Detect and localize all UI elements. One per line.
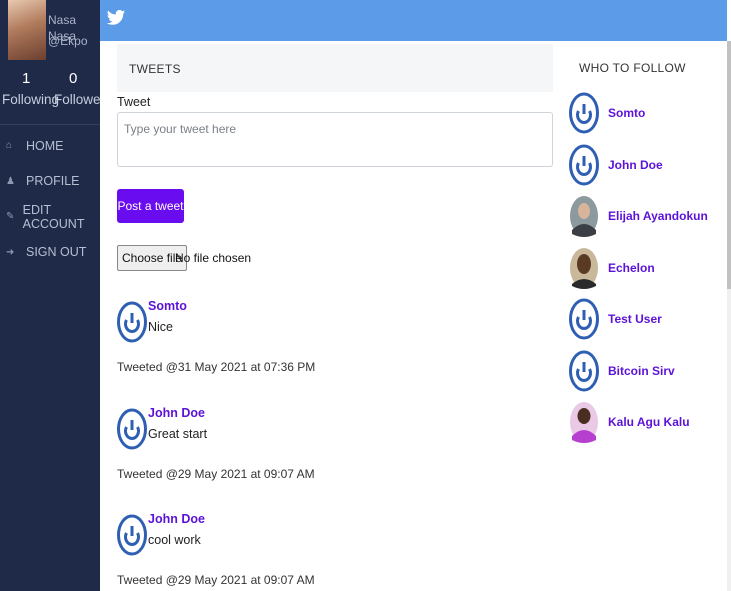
follow-name[interactable]: Test User xyxy=(608,312,662,326)
twitter-bird-icon[interactable] xyxy=(106,8,126,28)
tweet-item: John Doe Great start Tweeted @29 May 202… xyxy=(117,405,557,512)
post-tweet-button[interactable]: Post a tweet xyxy=(117,189,184,223)
tweet-feed: Somto Nice Tweeted @31 May 2021 at 07:36… xyxy=(117,298,557,591)
default-avatar-icon xyxy=(569,350,599,391)
sidebar-item-label: EDIT ACCOUNT xyxy=(22,202,85,231)
tweet-timestamp: Tweeted @31 May 2021 at 07:36 PM xyxy=(117,360,316,374)
edit-icon: ✎ xyxy=(6,211,15,223)
followers-count: 0 xyxy=(69,70,78,87)
tweet-author[interactable]: John Doe xyxy=(148,406,205,420)
default-avatar-icon xyxy=(569,144,599,185)
tweet-text: Nice xyxy=(148,320,174,334)
profile-handle: @Ekpo xyxy=(48,34,88,48)
follow-name[interactable]: Somto xyxy=(608,106,645,120)
sidebar-item-label: HOME xyxy=(26,138,64,153)
who-to-follow-title: WHO TO FOLLOW xyxy=(579,61,686,75)
avatar[interactable] xyxy=(8,0,46,60)
sidebar-nav: ⌂ HOME ♟ PROFILE ✎ EDIT ACCOUNT ➜ SIGN O… xyxy=(0,128,100,270)
follow-name[interactable]: Kalu Agu Kalu xyxy=(608,415,690,429)
profile-card: Nasa Nasa @Ekpo xyxy=(0,0,100,62)
top-bar xyxy=(100,0,727,41)
sign-out-icon: ➜ xyxy=(6,246,15,258)
follow-counts: 1 0 Following Followers xyxy=(0,68,112,122)
follow-name[interactable]: Elijah Ayandokun xyxy=(608,209,708,223)
follow-name[interactable]: Echelon xyxy=(608,261,655,275)
following-label: Following xyxy=(2,92,60,107)
sidebar-item-profile[interactable]: ♟ PROFILE xyxy=(0,164,100,200)
file-status: No file chosen xyxy=(175,251,252,265)
scrollbar-thumb[interactable] xyxy=(727,41,731,289)
user-icon: ♟ xyxy=(6,175,15,187)
default-avatar-icon xyxy=(569,92,599,134)
tweet-label: Tweet xyxy=(117,95,151,109)
home-icon: ⌂ xyxy=(6,140,13,152)
sidebar: Nasa Nasa @Ekpo 1 0 Following Followers … xyxy=(0,0,112,591)
default-avatar-icon[interactable] xyxy=(117,513,147,557)
tweet-text: cool work xyxy=(148,533,201,547)
tweet-author[interactable]: John Doe xyxy=(148,512,205,526)
sidebar-item-home[interactable]: ⌂ HOME xyxy=(0,128,100,164)
tweet-timestamp: Tweeted @29 May 2021 at 09:07 AM xyxy=(117,466,315,481)
who-to-follow-panel: WHO TO FOLLOW Somto John Doe Elijah Ayan… xyxy=(555,41,727,591)
following-count: 1 xyxy=(22,70,31,87)
photo-avatar xyxy=(570,247,598,289)
section-title: TWEETS xyxy=(129,62,181,76)
sidebar-item-label: PROFILE xyxy=(26,174,80,189)
photo-avatar xyxy=(570,402,598,443)
default-avatar-icon[interactable] xyxy=(117,300,147,344)
photo-avatar xyxy=(570,196,598,237)
follow-name[interactable]: Bitcoin Sirv xyxy=(608,364,675,378)
tweet-text: Great start xyxy=(148,426,208,441)
follow-name[interactable]: John Doe xyxy=(608,158,663,172)
tweets-header: TWEETS xyxy=(117,44,553,92)
tweet-author[interactable]: Somto xyxy=(148,299,187,313)
sidebar-item-edit-account[interactable]: ✎ EDIT ACCOUNT xyxy=(0,199,100,235)
tweet-item: John Doe cool work Tweeted @29 May 2021 … xyxy=(117,511,557,591)
sidebar-divider xyxy=(0,124,100,125)
sidebar-item-label: SIGN OUT xyxy=(26,245,87,260)
tweet-item: Somto Nice Tweeted @31 May 2021 at 07:36… xyxy=(117,298,557,405)
default-avatar-icon xyxy=(569,298,599,340)
tweet-timestamp: Tweeted @29 May 2021 at 09:07 AM xyxy=(117,573,315,587)
default-avatar-icon[interactable] xyxy=(117,407,147,451)
sidebar-item-sign-out[interactable]: ➜ SIGN OUT xyxy=(0,235,100,271)
tweet-input[interactable] xyxy=(117,112,553,167)
